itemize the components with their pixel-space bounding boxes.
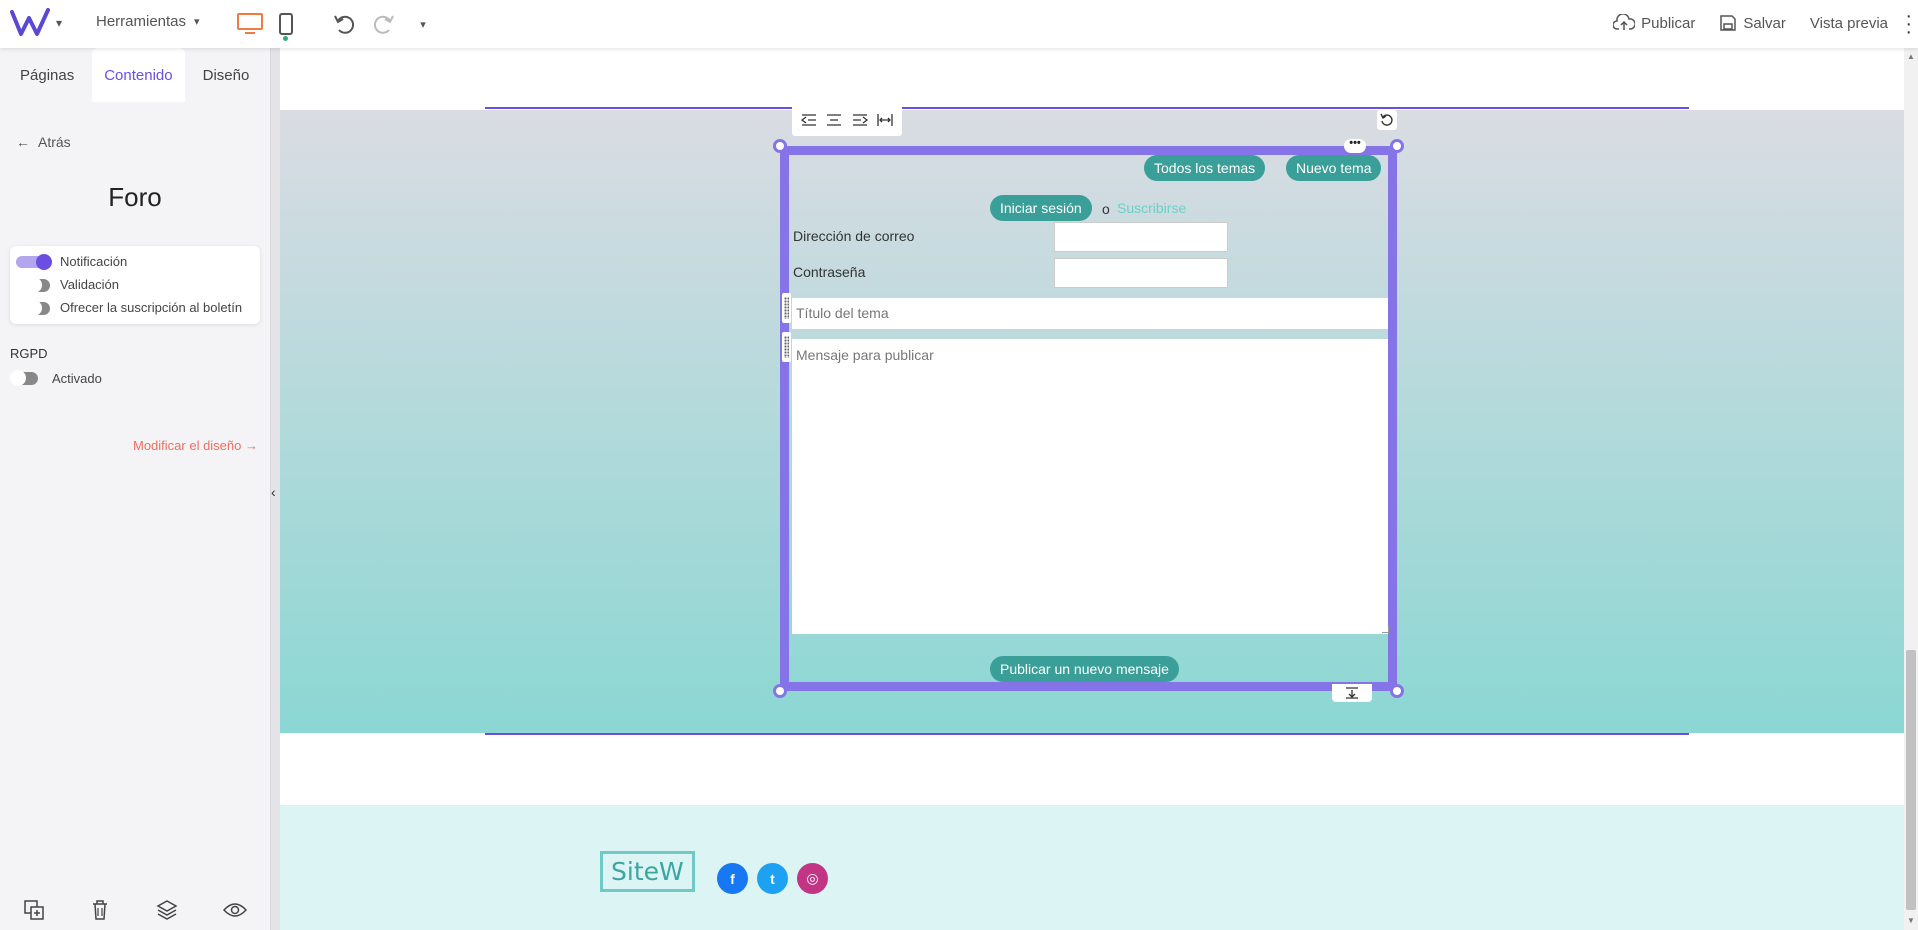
resize-handle-top-right[interactable] xyxy=(1390,139,1404,153)
facebook-icon[interactable]: f xyxy=(717,863,748,894)
eye-icon[interactable] xyxy=(223,901,248,919)
logo-w-icon[interactable] xyxy=(10,8,50,38)
footer-section[interactable] xyxy=(280,805,1904,930)
spacing-icon[interactable] xyxy=(1332,684,1372,702)
modify-design-label: Modificar el diseño xyxy=(132,438,242,453)
collapse-panel-icon[interactable]: ‹ xyxy=(271,484,276,500)
more-options-icon[interactable]: ••• xyxy=(1344,138,1366,153)
scroll-down-icon[interactable]: ▼ xyxy=(1907,916,1915,925)
option-label: Activado xyxy=(52,370,102,386)
upload-icon xyxy=(1613,14,1636,30)
duplicate-icon[interactable] xyxy=(23,899,45,921)
textarea-resize-icon[interactable] xyxy=(1382,626,1389,633)
canvas-scrollbar[interactable]: ▲ ▼ xyxy=(1904,48,1918,930)
resize-handle-bottom-left[interactable] xyxy=(773,684,787,698)
option-notification: Notificación xyxy=(16,250,254,273)
scroll-thumb[interactable] xyxy=(1906,650,1916,910)
active-device-indicator xyxy=(283,36,288,41)
align-right-icon[interactable] xyxy=(852,113,868,127)
redo-icon[interactable] xyxy=(370,10,398,38)
resize-handle-bottom-right[interactable] xyxy=(1390,684,1404,698)
option-label: Ofrecer la suscripción al boletín xyxy=(60,300,243,315)
trash-icon[interactable] xyxy=(90,899,110,921)
notification-toggle[interactable] xyxy=(16,253,52,270)
arrow-left-icon: ← xyxy=(16,134,30,150)
back-label: Atrás xyxy=(38,134,71,150)
resize-handle-top-left[interactable] xyxy=(773,139,787,153)
option-label: Validación xyxy=(60,277,120,292)
password-label: Contraseña xyxy=(793,264,866,280)
email-field[interactable] xyxy=(1054,222,1228,252)
full-width-icon[interactable] xyxy=(877,113,893,127)
panel-bottom-toolbar xyxy=(0,890,270,930)
editor-canvas: ••• Todos los temas Nuevo tema Iniciar s… xyxy=(280,48,1904,930)
chevron-down-icon[interactable]: ▾ xyxy=(409,10,437,38)
topic-title-input[interactable]: Título del tema xyxy=(792,298,1388,329)
modify-design-link[interactable]: Modificar el diseño → xyxy=(133,438,258,453)
rgpd-title: RGPD xyxy=(10,346,48,361)
panel-tabs: Páginas Contenido Diseño xyxy=(0,48,270,102)
top-toolbar: ▾ Herramientas ▾ ▾ Publicar Salvar Vista… xyxy=(0,0,1918,48)
tab-content[interactable]: Contenido xyxy=(92,48,185,102)
save-icon xyxy=(1720,15,1737,31)
mobile-icon[interactable] xyxy=(272,10,300,38)
preview-button[interactable]: Vista previa xyxy=(1810,15,1888,32)
all-topics-button[interactable]: Todos los temas xyxy=(1144,155,1266,181)
chevron-down-icon[interactable]: ▾ xyxy=(56,16,62,30)
or-text: o xyxy=(1102,201,1110,217)
save-button[interactable]: Salvar xyxy=(1719,14,1786,32)
drag-handle-icon[interactable] xyxy=(782,332,791,362)
align-left-icon[interactable] xyxy=(800,113,817,127)
validation-toggle[interactable] xyxy=(26,276,52,293)
option-newsletter: Ofrecer la suscripción al boletín xyxy=(16,296,254,319)
align-center-icon[interactable] xyxy=(826,113,842,127)
publish-message-button[interactable]: Publicar un nuevo mensaje xyxy=(990,656,1179,682)
twitter-icon[interactable]: t xyxy=(757,863,788,894)
left-panel: Páginas Contenido Diseño ← Atrás Foro No… xyxy=(0,48,270,930)
undo-icon[interactable] xyxy=(330,10,358,38)
drag-handle-icon[interactable] xyxy=(782,293,791,323)
chevron-down-icon: ▾ xyxy=(194,16,200,28)
preview-label: Vista previa xyxy=(1809,14,1888,32)
layers-icon[interactable] xyxy=(156,899,178,921)
tab-pages[interactable]: Páginas xyxy=(8,48,86,102)
footer-logo: SiteW xyxy=(600,851,695,892)
rgpd-toggle[interactable] xyxy=(6,370,44,386)
forum-options-card: Notificación Validación Ofrecer la suscr… xyxy=(10,246,260,324)
publish-button[interactable]: Publicar xyxy=(1613,14,1695,32)
newsletter-toggle[interactable] xyxy=(26,299,52,316)
tools-menu[interactable]: Herramientas ▾ xyxy=(96,13,200,30)
option-validation: Validación xyxy=(16,273,254,296)
option-label: Notificación xyxy=(60,254,128,269)
instagram-icon[interactable]: ◎ xyxy=(797,863,828,894)
arrow-right-icon: → xyxy=(245,438,258,453)
kebab-icon[interactable]: · · · xyxy=(1905,6,1912,42)
save-label: Salvar xyxy=(1743,14,1786,32)
alignment-toolbar xyxy=(792,104,902,136)
subscribe-link[interactable]: Suscribirse xyxy=(1117,200,1186,216)
option-rgpd: Activado xyxy=(6,370,102,386)
password-field[interactable] xyxy=(1054,258,1228,288)
message-textarea[interactable]: Mensaje para publicar xyxy=(792,339,1388,634)
panel-title: Foro xyxy=(108,182,162,212)
reset-icon[interactable] xyxy=(1377,110,1397,130)
desktop-icon[interactable] xyxy=(236,10,264,38)
publish-label: Publicar xyxy=(1641,14,1696,32)
login-button[interactable]: Iniciar sesión xyxy=(990,195,1092,221)
tab-design[interactable]: Diseño xyxy=(191,48,262,102)
new-topic-button[interactable]: Nuevo tema xyxy=(1286,155,1382,181)
tools-menu-label: Herramientas xyxy=(96,13,187,30)
email-label: Dirección de correo xyxy=(793,228,915,244)
scroll-up-icon[interactable]: ▲ xyxy=(1907,52,1915,61)
back-link[interactable]: ← Atrás xyxy=(16,134,71,150)
